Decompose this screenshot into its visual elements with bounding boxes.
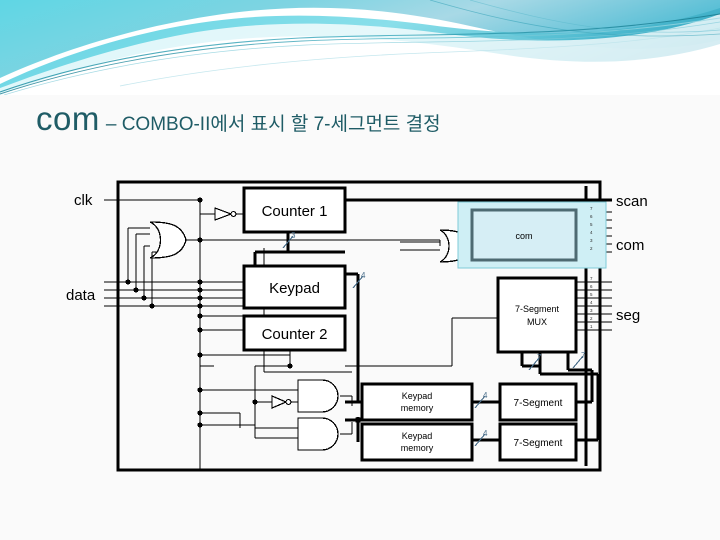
bus-width-kpmem1-out: 4: [483, 391, 488, 400]
bus-width-segmux-in-a: 7: [537, 353, 542, 362]
svg-text:6: 6: [590, 284, 593, 289]
block-keypad-label: Keypad: [269, 280, 320, 297]
and-gate-bottom: [297, 417, 339, 451]
svg-text:4: 4: [590, 300, 593, 305]
bus-width-counter1-out: 3: [291, 231, 296, 240]
io-label-scan: scan: [616, 193, 648, 210]
block-keypad-memory-2[interactable]: Keypad memory: [360, 422, 474, 462]
io-label-clk: clk: [74, 192, 93, 209]
slide-title-main: com: [36, 100, 100, 137]
svg-text:2: 2: [590, 316, 593, 321]
block-counter1[interactable]: Counter 1: [242, 186, 347, 234]
block-counter1-label: Counter 1: [262, 203, 328, 220]
inverter-and: [271, 395, 292, 409]
bus-width-kpmem2-out: 4: [483, 429, 488, 438]
block-segmux-label-2: MUX: [527, 317, 547, 327]
slide-title: com – COMBO-II에서 표시 할 7-세그먼트 결정: [36, 100, 696, 150]
block-7segment-1[interactable]: 7-Segment: [498, 382, 578, 422]
block-keypad-memory-1-label-1: Keypad: [402, 391, 433, 401]
block-keypad-memory-1[interactable]: Keypad memory: [360, 382, 474, 422]
block-7segment-1-label: 7-Segment: [514, 398, 563, 409]
block-keypad-memory-2-label-2: memory: [401, 443, 434, 453]
block-7segment-2[interactable]: 7-Segment: [498, 422, 578, 462]
svg-text:5: 5: [590, 292, 593, 297]
bus-width-segmux-in-b: 7: [581, 351, 586, 360]
io-label-com: com: [616, 237, 644, 254]
bus-width-keypad-out: 4: [361, 271, 366, 280]
block-segmux-label-1: 7-Segment: [515, 304, 560, 314]
block-keypad-memory-2-label-1: Keypad: [402, 431, 433, 441]
block-keypad[interactable]: Keypad: [242, 264, 347, 310]
block-diagram: Counter 1 Keypad Counter 2 com 7-Segment…: [0, 170, 720, 490]
svg-text:7: 7: [590, 276, 593, 281]
block-com-label: com: [515, 231, 532, 241]
io-label-seg: seg: [616, 307, 640, 324]
slide-title-subtitle: – COMBO-II에서 표시 할 7-세그먼트 결정: [105, 114, 441, 135]
slide-canvas: com – COMBO-II에서 표시 할 7-세그먼트 결정 Counter …: [0, 0, 720, 540]
svg-text:1: 1: [590, 324, 593, 329]
svg-text:3: 3: [590, 308, 593, 313]
block-keypad-memory-1-label-2: memory: [401, 403, 434, 413]
block-counter2[interactable]: Counter 2: [242, 314, 347, 352]
block-counter2-label: Counter 2: [262, 326, 328, 343]
io-label-data: data: [66, 287, 96, 304]
inverter-clk: [214, 207, 237, 221]
and-gate-top: [297, 379, 339, 413]
decorative-wave-banner: [0, 0, 720, 95]
block-com[interactable]: com: [470, 208, 578, 262]
block-segmux[interactable]: 7-Segment MUX: [496, 276, 578, 354]
or-gate-data: [149, 221, 187, 259]
block-7segment-2-label: 7-Segment: [514, 438, 563, 449]
